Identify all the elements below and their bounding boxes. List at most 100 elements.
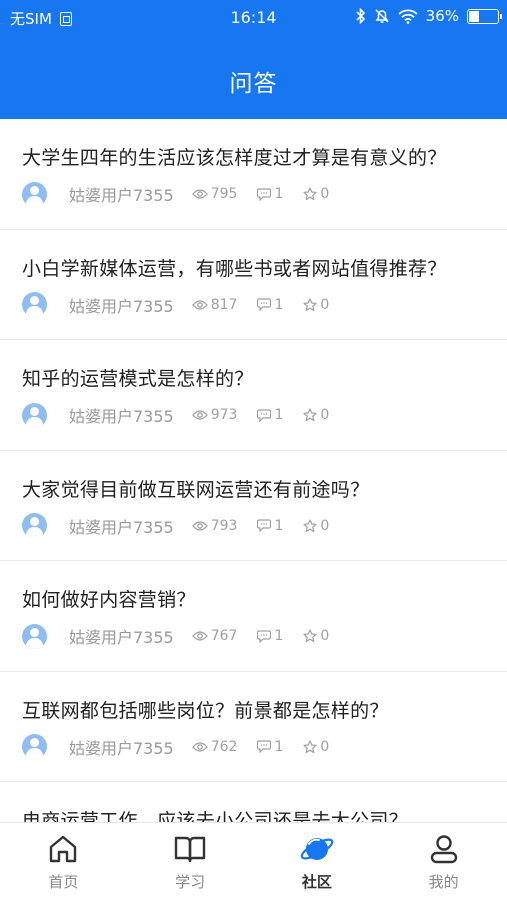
list-item[interactable]: 互联网都包括哪些岗位？前景都是怎样的？ 姑婆用户7355 762 1 0 [0, 672, 507, 782]
comment-count-value: 1 [274, 628, 284, 644]
avatar[interactable] [22, 623, 47, 649]
app-header: 无SIM 16:14 36% 问答 [0, 0, 507, 119]
status-bar: 无SIM 16:14 36% [0, 0, 507, 36]
planet-icon [300, 838, 334, 860]
tab-book[interactable]: 学习 [127, 823, 254, 900]
avatar[interactable] [22, 402, 47, 428]
eye-icon [191, 631, 208, 641]
question-title[interactable]: 大学生四年的生活应该怎样度过才算是有意义的？ [22, 143, 485, 170]
question-meta: 姑婆用户7355 762 1 0 [22, 734, 349, 760]
favorite-count: 0 [303, 628, 329, 644]
comment-icon [257, 740, 272, 753]
question-title[interactable]: 如何做好内容营销？ [22, 585, 485, 612]
bluetooth-icon [356, 8, 365, 24]
star-icon [303, 629, 317, 643]
favorite-count-value: 0 [320, 296, 330, 313]
favorite-count: 0 [303, 186, 329, 202]
question-title[interactable]: 大家觉得目前做互联网运营还有前途吗？ [22, 475, 485, 502]
tab-home[interactable]: 首页 [0, 823, 127, 900]
eye-icon [191, 741, 208, 752]
view-count-value: 817 [210, 296, 238, 313]
tab-label: 我的 [428, 873, 459, 891]
view-count: 762 [191, 739, 237, 755]
comment-count-value: 1 [274, 407, 284, 423]
eye-icon [191, 299, 208, 310]
battery-level [469, 10, 479, 22]
star-icon [303, 739, 317, 753]
page-title: 问答 [229, 71, 278, 97]
view-count: 817 [191, 296, 238, 313]
avatar-head [30, 296, 39, 305]
wifi-icon [398, 9, 418, 24]
battery-percent: 36% [425, 7, 459, 25]
avatar-body [26, 748, 43, 759]
user-icon [430, 835, 457, 864]
avatar-head [30, 627, 39, 637]
avatar-body [26, 416, 43, 428]
comment-count: 1 [257, 186, 283, 202]
avatar[interactable] [22, 513, 47, 538]
avatar[interactable] [22, 292, 47, 317]
star-icon [303, 187, 317, 201]
favorite-count: 0 [303, 518, 329, 534]
favorite-count: 0 [303, 407, 329, 423]
comment-count-value: 1 [274, 738, 284, 755]
tab-label: 首页 [48, 873, 79, 891]
question-meta: 姑婆用户7355 795 1 0 [22, 181, 349, 207]
list-item[interactable]: 大学生四年的生活应该怎样度过才算是有意义的？ 姑婆用户7355 795 1 0 [0, 119, 507, 230]
comment-icon [257, 187, 272, 201]
star-icon [303, 408, 317, 422]
list-item[interactable]: 如何做好内容营销？ 姑婆用户7355 767 1 0 [0, 561, 507, 672]
comment-icon [257, 519, 272, 532]
eye-icon [191, 520, 208, 531]
tab-planet[interactable]: 社区 [254, 823, 381, 900]
view-count: 793 [191, 517, 238, 534]
eye-icon [191, 410, 208, 420]
view-count: 973 [191, 407, 238, 423]
comment-count-value: 1 [274, 296, 284, 313]
list-item[interactable]: 知乎的运营模式是怎样的？ 姑婆用户7355 973 1 0 [0, 340, 507, 451]
comment-count: 1 [257, 297, 283, 313]
view-count-value: 795 [210, 186, 238, 202]
question-list[interactable]: 大学生四年的生活应该怎样度过才算是有意义的？ 姑婆用户7355 795 1 0 小白学新媒… [0, 119, 507, 822]
battery-icon [467, 8, 502, 24]
favorite-count: 0 [303, 297, 329, 313]
comment-icon [257, 629, 272, 643]
list-item[interactable]: 大家觉得目前做互联网运营还有前途吗？ 姑婆用户7355 793 1 0 [0, 451, 507, 561]
avatar[interactable] [22, 181, 47, 207]
comment-count: 1 [257, 739, 283, 755]
view-count: 795 [191, 186, 238, 202]
question-title[interactable]: 互联网都包括哪些岗位？前景都是怎样的？ [22, 696, 485, 723]
tab-label: 社区 [301, 873, 332, 891]
avatar-body [26, 527, 43, 538]
comment-count: 1 [257, 407, 283, 423]
tab-label: 学习 [175, 873, 206, 891]
view-count-value: 973 [210, 407, 238, 423]
username[interactable]: 姑婆用户7355 [69, 182, 174, 206]
username[interactable]: 姑婆用户7355 [69, 735, 174, 759]
list-item[interactable]: 小白学新媒体运营，有哪些书或者网站值得推荐？ 姑婆用户7355 817 1 0 [0, 230, 507, 340]
question-title[interactable]: 知乎的运营模式是怎样的？ [22, 364, 485, 391]
username[interactable]: 姑婆用户7355 [69, 403, 174, 427]
favorite-count-value: 0 [320, 628, 330, 644]
comment-count-value: 1 [274, 517, 284, 534]
comment-count: 1 [257, 628, 283, 644]
comment-icon [257, 298, 272, 311]
username[interactable]: 姑婆用户7355 [69, 293, 174, 317]
avatar[interactable] [22, 734, 47, 759]
username[interactable]: 姑婆用户7355 [69, 514, 174, 538]
favorite-count-value: 0 [320, 738, 330, 755]
question-meta: 姑婆用户7355 793 1 0 [22, 513, 349, 539]
question-meta: 姑婆用户7355 973 1 0 [22, 402, 349, 428]
tab-user[interactable]: 我的 [380, 823, 507, 900]
question-title[interactable]: 小白学新媒体运营，有哪些书或者网站值得推荐？ [22, 254, 485, 281]
username[interactable]: 姑婆用户7355 [69, 624, 174, 648]
favorite-count-value: 0 [320, 407, 330, 423]
view-count-value: 793 [210, 517, 238, 534]
question-meta: 姑婆用户7355 817 1 0 [22, 292, 349, 318]
list-item[interactable]: 电商运营工作，应该去小公司还是去大公司？ [0, 782, 507, 822]
question-meta: 姑婆用户7355 767 1 0 [22, 623, 349, 649]
question-title[interactable]: 电商运营工作，应该去小公司还是去大公司？ [22, 806, 485, 822]
tab-bar: 首页 学习 社区 我的 [0, 822, 507, 900]
book-icon [174, 836, 206, 863]
